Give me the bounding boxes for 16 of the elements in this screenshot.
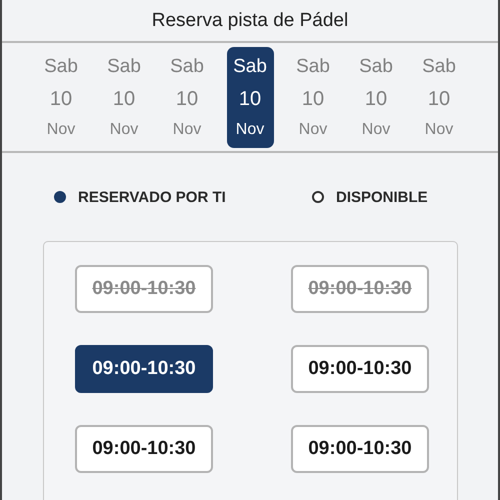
date-chip[interactable]: Sab 10 Nov [416, 46, 462, 148]
time-slot-button[interactable]: 09:00-10:30 [291, 345, 429, 393]
date-chip[interactable]: Sab 10 Nov [226, 46, 274, 148]
time-slot-button[interactable]: 09:00-10:30 [75, 345, 213, 393]
date-chip[interactable]: Sab 10 Nov [38, 46, 84, 148]
time-slot-button[interactable]: 09:00-10:30 [291, 425, 429, 473]
hollow-dot-icon [312, 191, 324, 203]
time-slot-button[interactable]: 09:00-10:30 [75, 425, 213, 473]
date-chip[interactable]: Sab 10 Nov [164, 46, 210, 148]
date-chip[interactable]: Sab 10 Nov [290, 46, 336, 148]
date-chip[interactable]: Sab 10 Nov [352, 46, 400, 148]
legend-label: DISPONIBLE [336, 188, 428, 206]
filled-dot-icon [54, 191, 66, 203]
screen-title: Reserva pista de Pádel [152, 10, 348, 32]
legend-label: RESERVADO POR TI [78, 188, 226, 206]
date-chip[interactable]: Sab 10 Nov [100, 46, 148, 148]
